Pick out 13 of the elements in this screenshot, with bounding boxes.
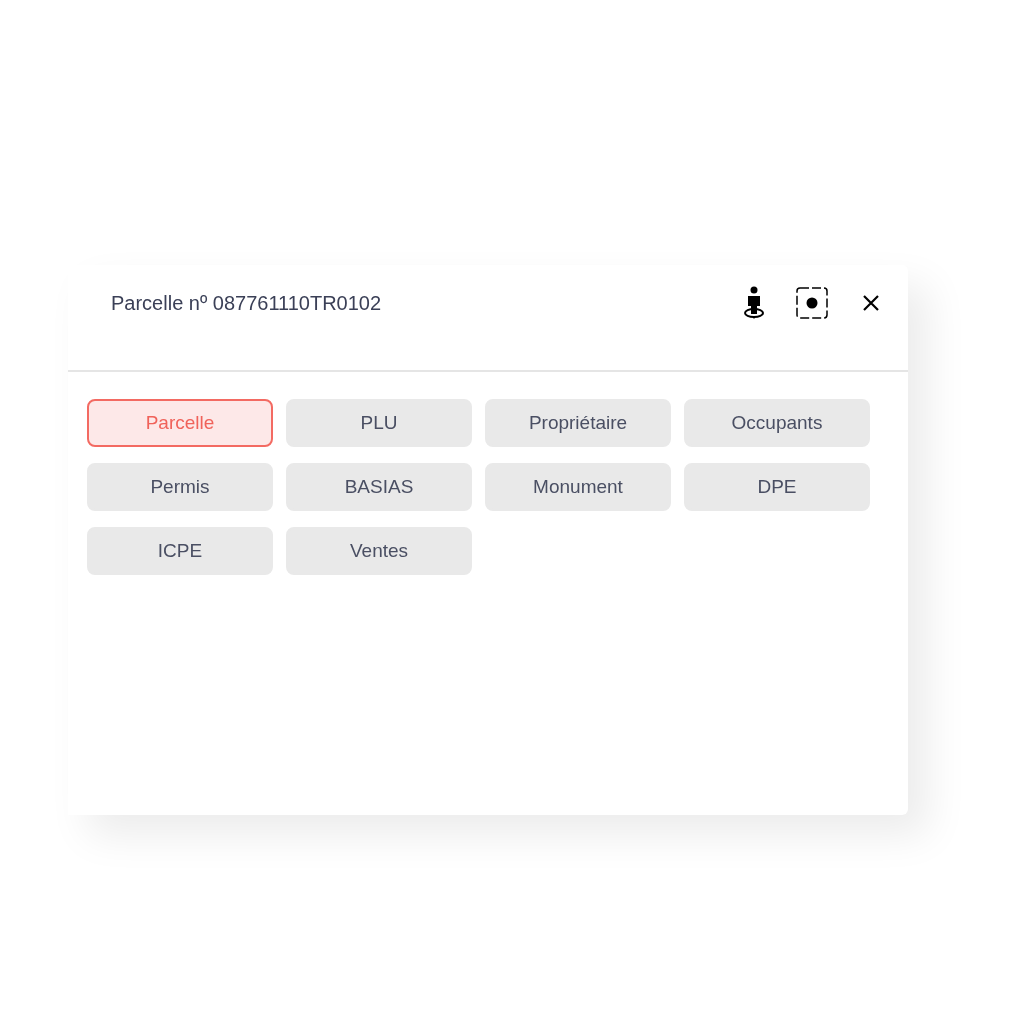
focus-icon[interactable] [796, 286, 828, 319]
tab[interactable]: DPE [684, 463, 870, 511]
tab[interactable]: Permis [87, 463, 273, 511]
tab[interactable]: PLU [286, 399, 472, 447]
tab[interactable]: Propriétaire [485, 399, 671, 447]
panel-title: Parcelle nº 087761110TR0102 [111, 290, 383, 316]
tab[interactable]: Monument [485, 463, 671, 511]
tab[interactable]: Ventes [286, 527, 472, 575]
tab[interactable]: BASIAS [286, 463, 472, 511]
tab[interactable]: Occupants [684, 399, 870, 447]
person-pin-icon[interactable] [742, 285, 766, 320]
tab[interactable]: ICPE [87, 527, 273, 575]
close-icon[interactable] [862, 293, 880, 312]
